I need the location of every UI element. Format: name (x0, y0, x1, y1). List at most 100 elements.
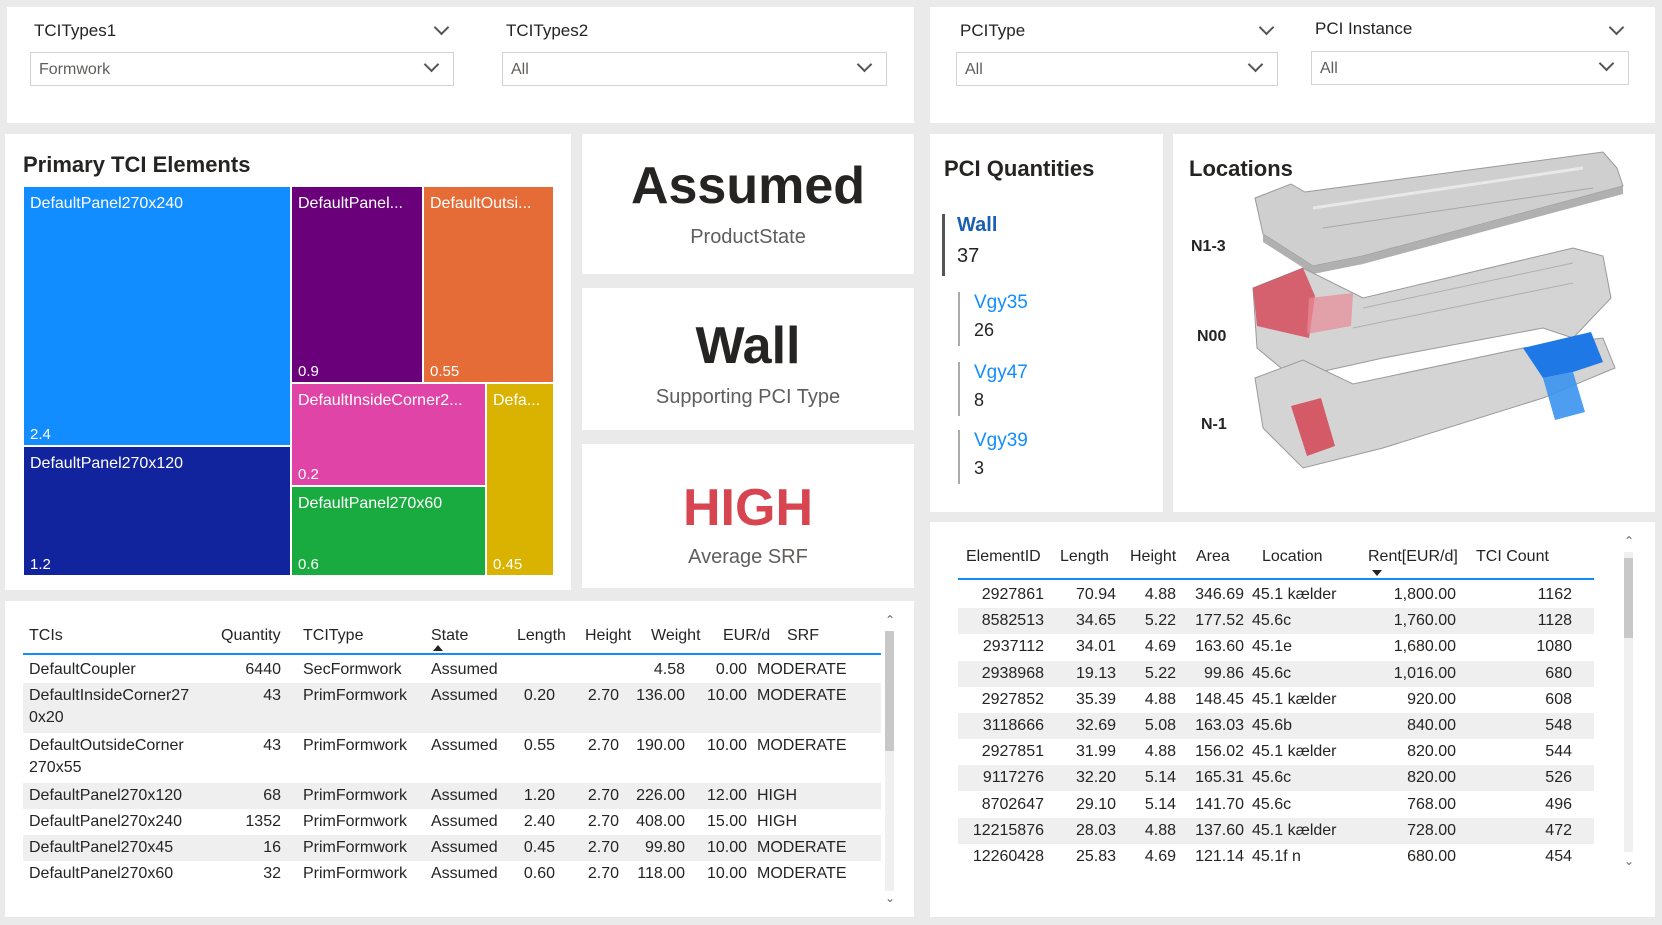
column-header[interactable]: TCIType (303, 627, 363, 645)
table-row[interactable]: 12215876 28.03 4.88 137.60 45.1 kælder 728.00… (958, 817, 1594, 844)
column-header[interactable]: Length (1060, 548, 1109, 566)
scrollbar[interactable] (885, 631, 894, 891)
table-cell-eur: 0.00 (715, 661, 747, 678)
column-header[interactable]: Weight (651, 627, 701, 645)
column-header[interactable]: Area (1196, 548, 1230, 566)
table-cell-height: 2.70 (587, 865, 619, 882)
table-cell-height: 4.88 (1144, 743, 1176, 761)
pci-sub-item[interactable]: Vgy47 8 (958, 362, 1028, 416)
table-cell-height: 5.22 (1144, 664, 1176, 682)
table-row[interactable]: 2927852 35.39 4.88 148.45 45.1 kælder 920.00 6… (958, 686, 1594, 713)
slicer-dropdown[interactable]: Formwork (30, 52, 454, 86)
table-cell-id: 12215876 (972, 821, 1044, 839)
pci-sub-item[interactable]: Vgy39 3 (958, 430, 1028, 484)
column-header[interactable]: ElementID (966, 548, 1041, 566)
slicer-dropdown[interactable]: All (956, 52, 1278, 86)
table-row[interactable]: 3118666 32.69 5.08 163.03 45.6b 840.00 548 (958, 713, 1594, 739)
treemap-cell-label: DefaultOutsi... (430, 195, 532, 212)
table-cell-qty: 6440 (245, 661, 281, 678)
treemap-panel: Primary TCI Elements DefaultPanel270x240… (5, 134, 571, 590)
column-header[interactable]: Location (1262, 548, 1323, 566)
slicer-title: TCITypes2 (506, 21, 589, 40)
treemap: DefaultPanel270x240 2.4 DefaultPanel270x… (23, 186, 560, 576)
table-row[interactable]: 2937112 34.01 4.69 163.60 45.1e 1,680.00 1080 (958, 634, 1594, 661)
table-cell-weight: 190.00 (636, 737, 685, 754)
column-header[interactable]: SRF (787, 627, 819, 645)
table-row[interactable]: DefaultCoupler 6440 SecFormwork Assumed 4.58… (23, 657, 881, 683)
table-cell-id: 2927851 (981, 743, 1044, 761)
table-row[interactable]: DefaultOutsideCorner 43 PrimFormwork Assume… (23, 733, 881, 783)
scroll-down-icon[interactable]: ⌄ (1624, 854, 1634, 868)
table-cell-tci: DefaultPanel270x240 (29, 813, 183, 830)
table-cell-loc: 45.6c (1252, 664, 1292, 682)
column-header[interactable]: State (431, 627, 468, 645)
table-cell-eur: 12.00 (706, 787, 747, 804)
scroll-down-icon[interactable]: ⌄ (885, 891, 895, 905)
building-3d-view[interactable] (1243, 148, 1643, 498)
treemap-cell[interactable]: DefaultInsideCorner2... 0.2 (291, 383, 486, 486)
table-cell-type: SecFormwork (303, 661, 402, 678)
column-header[interactable]: EUR/d (723, 627, 770, 645)
pci-main-item[interactable]: Wall 37 (942, 214, 997, 276)
table-row[interactable]: DefaultPanel270x120 68 PrimFormwork Assumed… (23, 783, 881, 809)
table-cell-eur: 10.00 (706, 839, 747, 856)
column-header[interactable]: Length (517, 627, 566, 645)
tci-table: TCIs Quantity TCIType State Length Heigh… (23, 619, 891, 909)
column-header[interactable]: Rent[EUR/d] (1368, 548, 1458, 566)
treemap-cell[interactable]: Defa... 0.45 (486, 383, 554, 576)
table-row[interactable]: 9117276 32.20 5.14 165.31 45.6c 820.00 526 (958, 765, 1594, 792)
pci-sub-item[interactable]: Vgy35 26 (958, 292, 1028, 346)
table-row[interactable]: DefaultPanel270x45 16 PrimFormwork Assumed 0… (23, 835, 881, 861)
table-row[interactable]: 12260428 25.83 4.69 121.14 45.1f n 680.00 454 (958, 844, 1594, 870)
table-row[interactable]: DefaultInsideCorner27 43 PrimFormwork Assum… (23, 683, 881, 733)
treemap-cell-value: 1.2 (30, 556, 51, 573)
scroll-up-icon[interactable]: ⌃ (1624, 534, 1634, 548)
table-cell-type: PrimFormwork (303, 737, 407, 754)
table-row[interactable]: 8702647 29.10 5.14 141.70 45.6c 768.00 496 (958, 791, 1594, 818)
treemap-cell[interactable]: DefaultPanel270x120 1.2 (23, 446, 291, 576)
table-row[interactable]: DefaultPanel270x60 32 PrimFormwork Assumed 0… (23, 861, 881, 887)
scroll-up-icon[interactable]: ⌃ (885, 613, 895, 627)
table-cell-srf: HIGH (757, 813, 797, 830)
table-cell-area: 346.69 (1195, 586, 1244, 603)
scrollbar-thumb[interactable] (1624, 558, 1633, 638)
table-cell-height: 5.08 (1144, 717, 1176, 734)
table-cell-id: 2937112 (982, 638, 1044, 656)
column-header[interactable]: TCIs (29, 627, 63, 645)
table-cell-rent: 1,680.00 (1393, 638, 1456, 656)
column-header[interactable]: Height (1130, 548, 1176, 566)
element-table-panel: ElementID Length Height Area Location Re… (930, 522, 1655, 917)
scrollbar[interactable] (1624, 552, 1633, 852)
column-header[interactable]: TCI Count (1476, 548, 1549, 566)
table-row[interactable]: 2938968 19.13 5.22 99.86 45.6c 1,016.00 680 (958, 660, 1594, 687)
chevron-down-icon (856, 56, 873, 73)
table-row[interactable]: 8582513 34.65 5.22 177.52 45.6c 1,760.00 1128 (958, 608, 1594, 635)
slicer-title: PCIType (960, 21, 1026, 40)
table-cell-height: 5.14 (1144, 769, 1176, 787)
slicer-dropdown[interactable]: All (1311, 51, 1629, 85)
table-row[interactable]: 2927851 31.99 4.88 156.02 45.1 kælder 820.00 5… (958, 739, 1594, 766)
column-header[interactable]: Quantity (221, 627, 281, 645)
card-label: Average SRF (688, 546, 808, 568)
treemap-cell[interactable]: DefaultOutsi... 0.55 (423, 186, 554, 383)
table-cell-length: 34.01 (1075, 638, 1116, 656)
table-cell-length: 0.55 (523, 737, 555, 754)
table-cell-srf: MODERATE (757, 687, 847, 704)
treemap-cell-label: DefaultInsideCorner2... (298, 392, 463, 409)
table-cell-height: 2.70 (587, 687, 619, 704)
treemap-cell[interactable]: DefaultPanel... 0.9 (291, 186, 423, 383)
table-row[interactable]: DefaultPanel270x240 1352 PrimFormwork Assum… (23, 809, 881, 835)
treemap-cell[interactable]: DefaultPanel270x240 2.4 (23, 186, 291, 446)
table-cell-height: 5.14 (1144, 795, 1176, 813)
treemap-cell-label: DefaultPanel... (298, 195, 403, 212)
table-cell-length: 32.69 (1075, 717, 1116, 734)
table-cell-id: 3118666 (982, 717, 1044, 734)
table-cell-length: 28.03 (1075, 821, 1116, 839)
table-cell-type: PrimFormwork (303, 787, 407, 804)
table-row[interactable]: 2927861 70.94 4.88 346.69 45.1 kælder 1,800.0… (958, 582, 1594, 608)
treemap-cell[interactable]: DefaultPanel270x60 0.6 (291, 486, 486, 576)
column-header[interactable]: Height (585, 627, 631, 645)
treemap-cell-value: 0.2 (298, 466, 319, 483)
scrollbar-thumb[interactable] (885, 631, 894, 751)
slicer-dropdown[interactable]: All (502, 52, 887, 86)
